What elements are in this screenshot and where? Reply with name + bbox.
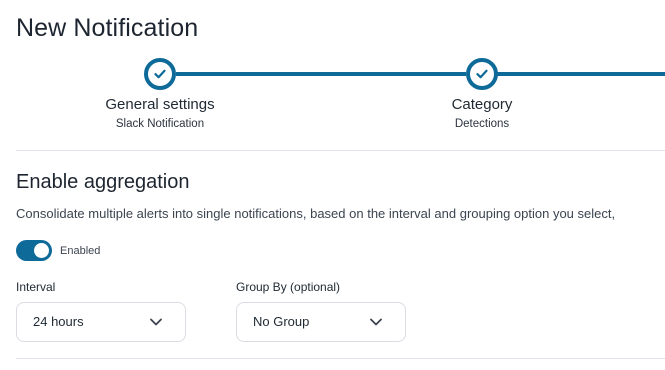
page-title: New Notification — [16, 14, 199, 42]
toggle-knob — [34, 243, 49, 258]
step-title: Category — [451, 96, 513, 113]
interval-value: 24 hours — [33, 314, 84, 329]
step-subtitle: Detections — [454, 118, 510, 130]
interval-select[interactable]: 24 hours — [16, 302, 186, 342]
group-by-select[interactable]: No Group — [236, 302, 406, 342]
check-icon — [154, 69, 166, 79]
group-by-label: Group By (optional) — [236, 280, 341, 294]
toggle-label: Enabled — [60, 245, 101, 257]
check-icon — [476, 69, 488, 79]
step-title: General settings — [105, 96, 215, 113]
step-subtitle: Slack Notification — [115, 118, 205, 130]
aggregation-toggle[interactable] — [16, 240, 52, 261]
chevron-down-icon — [150, 318, 162, 326]
stepper: General settings Slack Notification Cate… — [0, 56, 665, 146]
section-description: Consolidate multiple alerts into single … — [16, 206, 616, 221]
new-notification-page: New Notification General settings Slack … — [0, 0, 665, 370]
divider — [16, 358, 665, 359]
step-category[interactable]: Category Detections — [372, 56, 592, 130]
step-general-settings[interactable]: General settings Slack Notification — [50, 56, 270, 130]
step-complete-indicator — [144, 58, 176, 90]
group-by-value: No Group — [253, 314, 310, 329]
step-complete-indicator — [466, 58, 498, 90]
chevron-down-icon — [370, 318, 382, 326]
interval-label: Interval — [16, 280, 56, 294]
divider — [16, 150, 665, 151]
section-title: Enable aggregation — [16, 171, 190, 193]
